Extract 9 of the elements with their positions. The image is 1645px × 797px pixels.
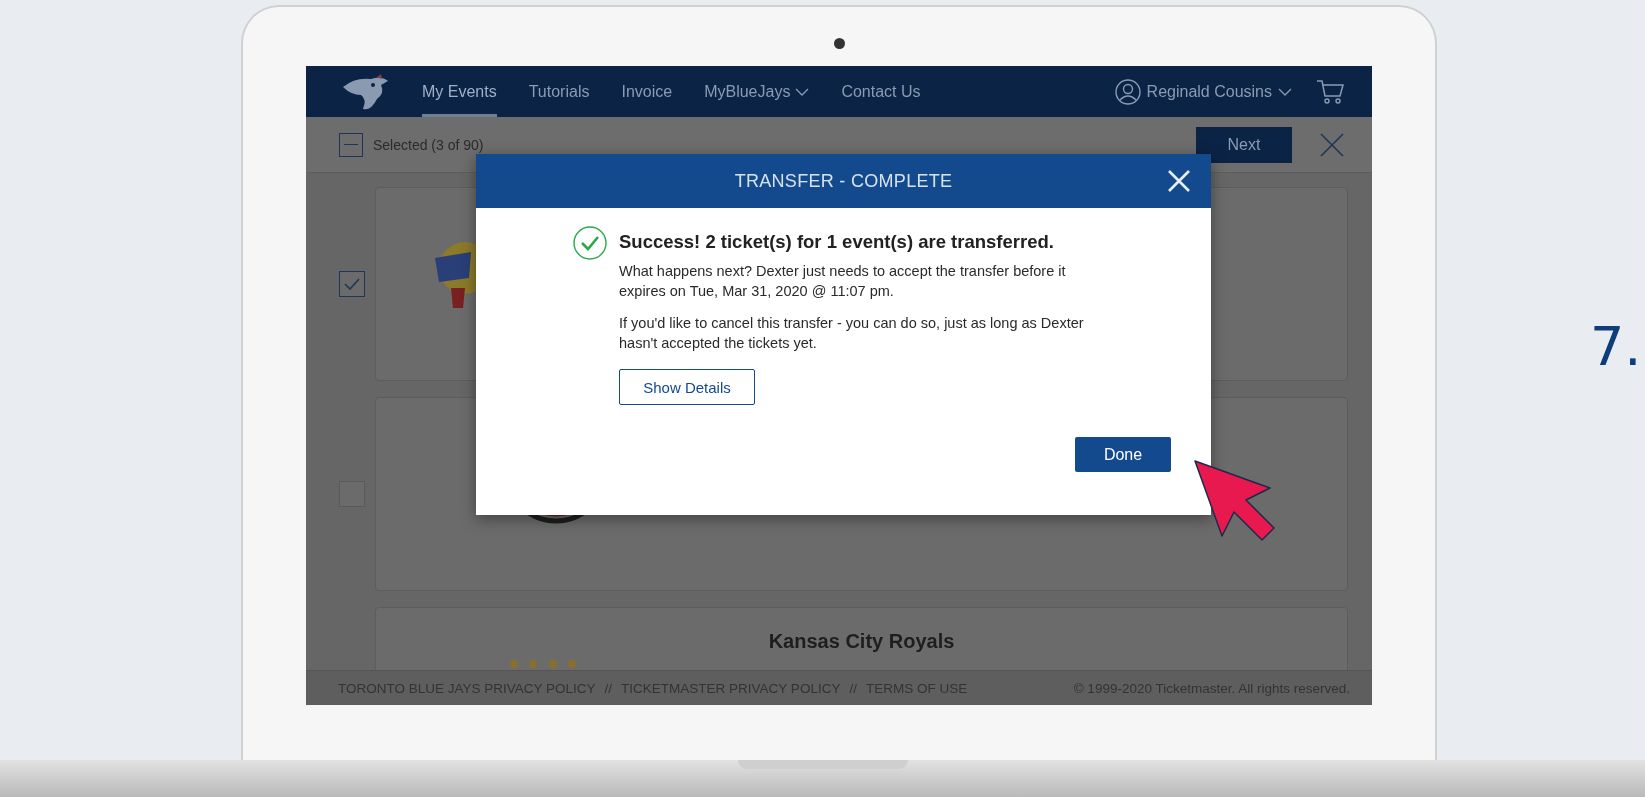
footer-separator: // — [849, 680, 857, 696]
info-paragraph: If you'd like to cancel this transfer - you can do so, just as long as Dexter hasn't accepted the tickets yet. — [619, 314, 1085, 353]
success-heading: Success! 2 ticket(s) for 1 event(s) are transferred. — [619, 231, 1055, 253]
event-title: Kansas City Royals — [768, 630, 955, 653]
step-number: 7. — [1590, 315, 1642, 378]
selection-count: Selected (3 of 90) — [373, 136, 484, 153]
footer-separator: // — [604, 680, 613, 696]
dialog-title: TRANSFER - COMPLETE — [734, 170, 953, 192]
info-paragraph: What happens next? Dexter just needs to accept the transfer before it expires on Tue, Mar 31, 2020 @ 11:07 pm. — [619, 262, 1067, 301]
